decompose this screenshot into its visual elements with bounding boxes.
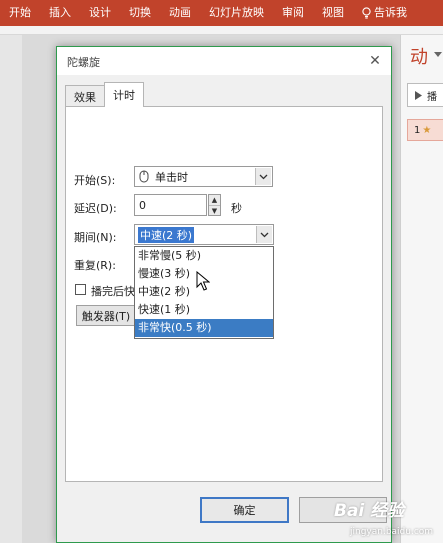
dialog-title: 陀螺旋 — [67, 56, 100, 69]
play-button[interactable]: 播 — [407, 83, 443, 107]
duration-options-list: 非常慢(5 秒) 慢速(3 秒) 中速(2 秒) 快速(1 秒) 非常快(0.5… — [134, 246, 274, 339]
duration-value: 中速(2 秒) — [138, 226, 195, 243]
animation-order-number: 1 — [414, 124, 421, 136]
start-value: 单击时 — [155, 170, 188, 184]
watermark-logo-text: Bai 经验 — [334, 501, 405, 521]
repeat-label: 重复(R): — [74, 259, 116, 272]
ribbon-body — [0, 26, 443, 35]
tab-effect[interactable]: 效果 — [65, 85, 105, 107]
duration-option[interactable]: 快速(1 秒) — [135, 301, 273, 319]
delay-label: 延迟(D): — [74, 202, 117, 215]
close-icon[interactable]: ✕ — [365, 51, 385, 71]
trigger-button-label: 触发器(T) — [81, 309, 131, 323]
timing-panel: 开始(S): 单击时 延迟(D): 0 ▲ ▼ 秒 期间(N): 中速(2 秒) — [65, 106, 383, 482]
ribbon-tab-slideshow[interactable]: 幻灯片放映 — [200, 0, 273, 26]
duration-dropdown[interactable]: 中速(2 秒) — [134, 224, 274, 245]
play-label: 播 — [427, 91, 437, 103]
delay-input[interactable]: 0 — [134, 194, 207, 216]
ribbon-tab-transitions[interactable]: 切换 — [120, 0, 160, 26]
ribbon-tab-home[interactable]: 开始 — [0, 0, 40, 26]
tell-me-label: 告诉我 — [374, 6, 407, 19]
dialog-titlebar[interactable]: 陀螺旋 ✕ — [57, 47, 391, 75]
trigger-button[interactable]: 触发器(T) — [76, 305, 136, 326]
delay-spinner[interactable]: ▲ ▼ — [208, 194, 221, 216]
ribbon-tab-bar: 开始 插入 设计 切换 动画 幻灯片放映 审阅 视图 告诉我 — [0, 0, 443, 26]
ribbon-tab-design[interactable]: 设计 — [80, 0, 120, 26]
tab-timing[interactable]: 计时 — [104, 82, 144, 107]
delay-unit: 秒 — [231, 202, 242, 215]
chevron-down-icon[interactable] — [255, 168, 271, 185]
ok-button[interactable]: 确定 — [200, 497, 289, 523]
spin-down-icon[interactable]: ▼ — [209, 206, 220, 216]
ribbon-tab-animations[interactable]: 动画 — [160, 0, 200, 26]
spin-up-icon[interactable]: ▲ — [209, 195, 220, 206]
duration-label: 期间(N): — [74, 231, 117, 244]
animation-pane-title: 动 — [410, 47, 428, 68]
dropdown-caret-icon[interactable] — [434, 52, 442, 58]
ribbon-tab-review[interactable]: 审阅 — [273, 0, 313, 26]
watermark-site: jingyan.baidu.com — [350, 527, 434, 537]
ribbon-tab-view[interactable]: 视图 — [313, 0, 353, 26]
star-effect-icon: ★ — [422, 124, 432, 136]
mouse-pointer-icon — [196, 271, 210, 291]
play-icon — [415, 90, 422, 100]
mouse-click-icon — [139, 170, 149, 183]
rewind-checkbox[interactable] — [75, 284, 86, 295]
ribbon-tab-insert[interactable]: 插入 — [40, 0, 80, 26]
delay-value: 0 — [139, 198, 146, 212]
animation-list-item[interactable]: 1 ★ — [407, 119, 443, 141]
ok-button-label: 确定 — [233, 504, 256, 517]
duration-option-highlighted[interactable]: 非常快(0.5 秒) — [135, 319, 273, 337]
watermark: Bai 经验 jingyan.baidu.com — [330, 494, 443, 543]
start-dropdown[interactable]: 单击时 — [134, 166, 273, 187]
effect-options-dialog: 陀螺旋 ✕ 效果 计时 开始(S): 单击时 延迟(D): 0 ▲ ▼ 秒 期间… — [56, 46, 392, 543]
animation-pane: 动 播 1 ★ — [400, 35, 443, 543]
lightbulb-icon — [362, 7, 371, 19]
dialog-tabs: 效果 计时 — [65, 82, 144, 107]
chevron-down-icon[interactable] — [256, 226, 272, 243]
duration-option[interactable]: 非常慢(5 秒) — [135, 247, 273, 265]
tell-me-box[interactable]: 告诉我 — [353, 0, 416, 26]
start-label: 开始(S): — [74, 174, 116, 187]
